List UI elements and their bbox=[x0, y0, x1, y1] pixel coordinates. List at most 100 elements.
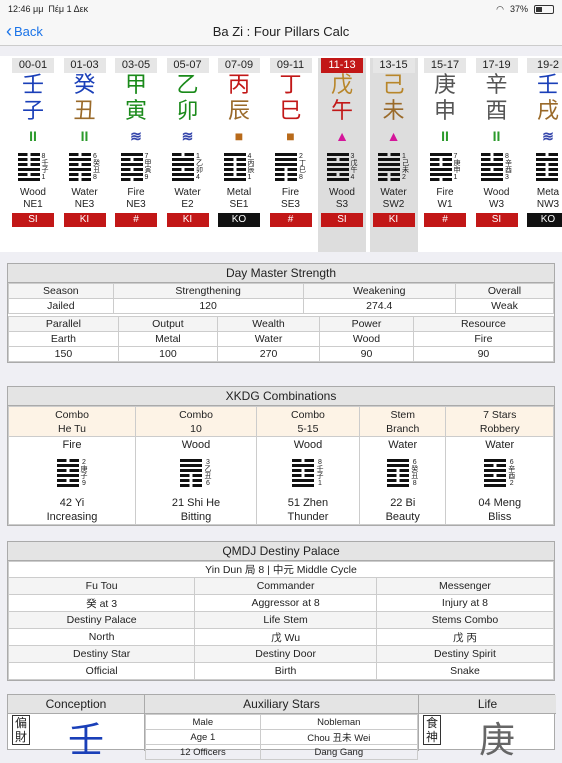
dms-v-weakening: 274.4 bbox=[302, 298, 456, 314]
hexagram-number: 1 bbox=[453, 174, 458, 181]
pillar-element: Wood bbox=[329, 187, 355, 198]
hour-pillar-03-05[interactable]: 03-05 甲寅 ≋ 7 甲寅 9 Fire NE3 # bbox=[112, 58, 160, 252]
hexagram-numbers: 8辛酉3 bbox=[505, 153, 512, 181]
hexagram-icon bbox=[378, 153, 400, 181]
hexagram-row: 2庚子9 bbox=[9, 451, 135, 495]
hexagram-icon bbox=[180, 459, 203, 487]
qmdj-cell: Fu Tou bbox=[7, 577, 196, 595]
xkdg-header-line2: 10 bbox=[190, 422, 202, 435]
hexagram-number: 丑 bbox=[411, 473, 419, 480]
dms-v-strengthening: 120 bbox=[112, 298, 304, 314]
pillar-badge: SI bbox=[321, 213, 363, 227]
xkdg-hexagram-name: 22 Bi bbox=[390, 497, 416, 509]
xkdg-header-line2: Branch bbox=[386, 422, 420, 435]
hexagram-numbers: 3乙丑6 bbox=[204, 459, 211, 487]
xkdg-hexagram-name: 21 Shi He bbox=[171, 497, 221, 509]
hour-pillar-05-07[interactable]: 05-07 乙卯 ≋ 1 乙卯 4 Water E2 KI bbox=[164, 58, 212, 252]
battery-percent: 37% bbox=[509, 4, 528, 14]
day-master-strength-panel: Day Master Strength Season Strengthening W… bbox=[7, 263, 555, 363]
hour-pillar-11-13[interactable]: 11-13 戊午 ▲ 3 戊午 4 Wood S3 SI bbox=[318, 58, 366, 252]
hexagram-numbers: 2丁巳8 bbox=[299, 153, 306, 181]
xkdg-header: Stem Branch bbox=[358, 406, 447, 437]
heavenly-stem: 癸 bbox=[73, 73, 96, 98]
xkdg-header-line2: He Tu bbox=[57, 422, 86, 435]
dms-table-2: Parallel Output Wealth Power Resource Earth M… bbox=[8, 316, 555, 362]
dms-v-overall: Weak bbox=[455, 298, 554, 314]
pillar-badge: # bbox=[115, 213, 157, 227]
xkdg-header: Combo 5-15 bbox=[255, 406, 360, 437]
dms-h-strengthening: Strengthening bbox=[112, 283, 304, 299]
hexagram-numbers: 8壬子1 bbox=[316, 459, 323, 487]
xkdg-cell: Fire 2 庚子 9 42 Yi Increasing bbox=[8, 436, 136, 525]
pillar-time: 11-13 bbox=[321, 58, 363, 73]
conception-vertical-label: 偏財 bbox=[12, 715, 30, 745]
pillar-badge: KI bbox=[63, 213, 106, 227]
hour-pillar-00-01[interactable]: 00-01 壬子 II 8 壬子 1 Wood NE1 SI bbox=[9, 58, 57, 252]
hexagram-number: 3 bbox=[505, 174, 509, 181]
hexagram-number: 1 bbox=[247, 174, 252, 181]
hexagram-row: 2丁巳8 bbox=[267, 147, 315, 187]
xkdg-hexagram-meaning: Beauty bbox=[385, 511, 420, 523]
xkdg-cell: Water 6 癸丑 8 22 Bi Beauty bbox=[358, 436, 447, 525]
hexagram-number: 6 bbox=[412, 459, 417, 466]
aux-age: Age 1 bbox=[145, 729, 261, 745]
hour-pillar-07-09[interactable]: 07-09 丙辰 ■ 4 丙辰 1 Metal SE1 KO bbox=[215, 58, 263, 252]
status-date: Πέμ 1 Δεκ bbox=[48, 4, 89, 14]
xkdg-header: 7 Stars Robbery bbox=[445, 406, 554, 437]
hexagram-number: 2 bbox=[402, 174, 406, 181]
qmdj-cell: Messenger bbox=[375, 577, 555, 595]
hour-pillar-01-03[interactable]: 01-03 癸丑 II 6 癸丑 8 Water NE3 KI bbox=[61, 58, 109, 252]
earthly-branch: 戌 bbox=[536, 99, 559, 124]
hour-pillars-strip[interactable]: 00-01 壬子 II 8 壬子 1 Wood NE1 SI 01-03 癸丑 II 6 癸丑 8 Water… bbox=[0, 56, 562, 252]
hour-pillar-13-15[interactable]: 13-15 己未 ▲ 1 己未 2 Water SW2 KI bbox=[369, 58, 418, 252]
xkdg-header-line1: Combo bbox=[55, 408, 89, 421]
hexagram-number: 子 bbox=[316, 473, 324, 480]
pillar-element: Water bbox=[174, 187, 201, 198]
hexagram-number: 8 bbox=[505, 153, 509, 160]
hexagram-icon bbox=[172, 153, 194, 181]
dms-elem-power: Wood bbox=[319, 331, 414, 347]
xkdg-cell: Water 6 辛酉 2 04 Meng Bliss bbox=[445, 436, 554, 525]
hour-pillar-19-2[interactable]: 19-2 壬戌 ≋ Meta NW3 KO bbox=[524, 58, 562, 252]
hexagram-number: 寅 bbox=[144, 167, 152, 174]
hexagram-number: 9 bbox=[82, 480, 86, 487]
earthly-branch: 巳 bbox=[279, 99, 302, 124]
xkdg-hexagram-meaning: Increasing bbox=[46, 511, 98, 523]
qmdj-subtitle: Yin Dun 局 8 | 中元 Middle Cycle bbox=[8, 561, 554, 578]
hexagram-number: 1 bbox=[402, 153, 406, 160]
hexagram-number: 4 bbox=[247, 153, 252, 160]
hour-pillar-17-19[interactable]: 17-19 辛酉 II 8 辛酉 3 Wood W3 SI bbox=[473, 58, 521, 252]
pillar-symbol-icon: II bbox=[492, 128, 501, 144]
pillar-direction: SW2 bbox=[382, 199, 405, 210]
hour-pillar-15-17[interactable]: 15-17 庚申 II 7 庚申 1 Fire W1 # bbox=[421, 58, 469, 252]
dms-h-parallel: Parallel bbox=[8, 316, 119, 332]
pillar-direction: W3 bbox=[489, 199, 504, 210]
xkdg-hexagram-meaning: Bliss bbox=[488, 511, 512, 523]
hexagram-number: 酉 bbox=[505, 167, 512, 174]
hexagram-number: 酉 bbox=[508, 473, 516, 480]
pillar-symbol-icon: ▲ bbox=[386, 128, 401, 144]
hour-pillar-09-11[interactable]: 09-11 丁巳 ■ 2 丁巳 8 Fire SE3 # bbox=[267, 58, 315, 252]
pillar-direction: E2 bbox=[181, 199, 194, 210]
pillar-element: Fire bbox=[436, 187, 454, 198]
hexagram-number: 7 bbox=[144, 153, 149, 160]
hexagram-icon bbox=[481, 153, 503, 181]
hexagram-row: 7甲寅9 bbox=[112, 147, 160, 187]
xkdg-title: XKDG Combinations bbox=[8, 387, 554, 406]
qmdj-cell: Commander bbox=[194, 577, 377, 595]
hexagram-number: 辰 bbox=[247, 167, 255, 174]
hexagram-numbers: 4丙辰1 bbox=[248, 153, 255, 181]
hexagram-icon bbox=[429, 153, 452, 181]
hexagram-row bbox=[524, 147, 562, 187]
hexagram-row: 8辛酉3 bbox=[473, 147, 521, 187]
hexagram-row: 4丙辰1 bbox=[215, 147, 263, 187]
dms-elem-resource: Fire bbox=[412, 331, 555, 347]
earthly-branch: 卯 bbox=[176, 99, 199, 124]
heavenly-stem: 庚 bbox=[433, 73, 456, 98]
xkdg-header: Combo 10 bbox=[135, 406, 257, 437]
hexagram-number: 1 bbox=[196, 153, 200, 160]
qmdj-cell: 戊 丙 bbox=[375, 628, 555, 646]
xkdg-hexagram-meaning: Bitting bbox=[180, 511, 212, 523]
pillar-symbol-icon: ■ bbox=[286, 128, 295, 144]
pillar-time: 03-05 bbox=[115, 58, 157, 73]
